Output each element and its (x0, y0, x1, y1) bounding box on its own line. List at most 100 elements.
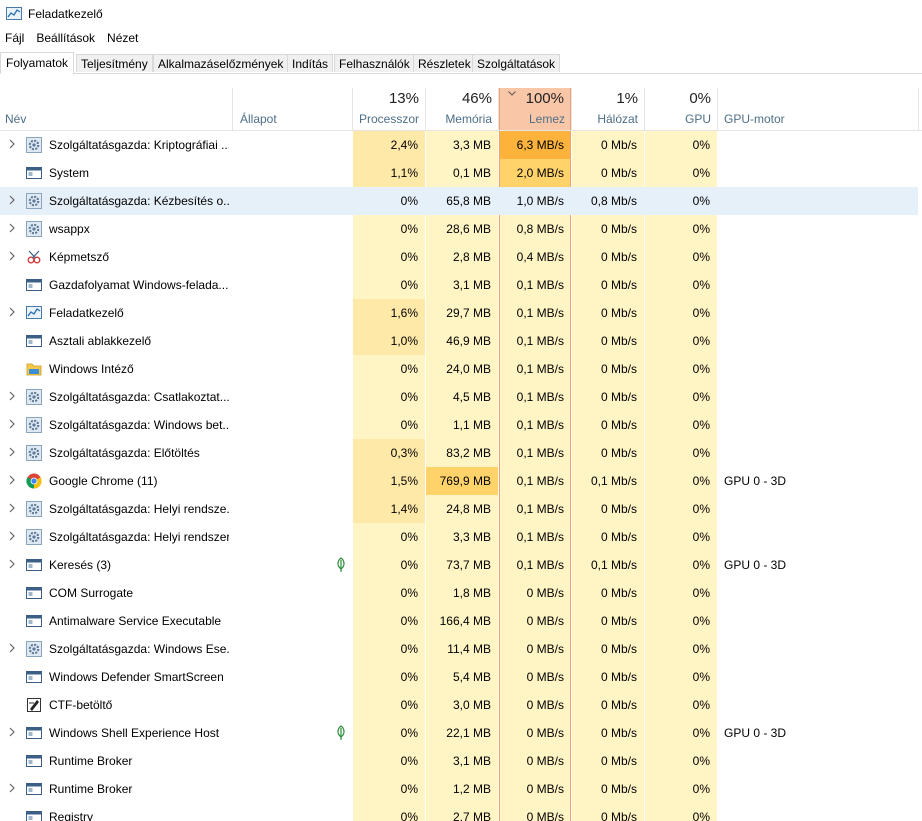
table-row[interactable]: Windows Intéző 0% 24,0 MB 0,1 MB/s 0 Mb/s 0% (0, 355, 922, 383)
chevron-right-icon[interactable] (7, 446, 17, 458)
cell-memory: 3,0 MB (452, 698, 491, 712)
menu-settings[interactable]: Beállítások (30, 31, 101, 45)
header-cpu-total: 13% (388, 90, 419, 107)
cell-disk: 0,8 MB/s (516, 222, 564, 236)
cell-cpu: 1,6% (390, 306, 418, 320)
chevron-right-icon[interactable] (7, 530, 17, 542)
table-row[interactable]: Képmetsző 0% 2,8 MB 0,4 MB/s 0 Mb/s 0% (0, 243, 922, 271)
cell-network: 0,1 Mb/s (590, 474, 637, 488)
cell-memory: 28,6 MB (446, 222, 491, 236)
header-network[interactable]: 1% Hálózat (572, 88, 644, 130)
chevron-right-icon[interactable] (7, 138, 17, 150)
cell-gpu: 0% (692, 334, 710, 348)
tab-performance[interactable]: Teljesítmény (76, 54, 153, 72)
process-name: wsappx (49, 222, 90, 236)
cell-gpu: 0% (692, 306, 710, 320)
process-name: COM Surrogate (49, 586, 134, 600)
cell-disk: 0,1 MB/s (516, 502, 564, 516)
header-disk[interactable]: 100% Lemez (499, 88, 571, 130)
process-name: Szolgáltatásgazda: Windows bet... (49, 418, 229, 432)
chevron-right-icon[interactable] (7, 222, 17, 234)
cell-network: 0 Mb/s (600, 754, 637, 768)
cell-disk: 0 MB/s (526, 726, 564, 740)
cell-cpu: 0% (400, 726, 418, 740)
cell-cpu: 0% (400, 194, 418, 208)
window-icon (26, 781, 42, 797)
header-gpu-engine[interactable]: GPU-motor (718, 88, 918, 130)
cell-memory: 5,4 MB (452, 670, 491, 684)
table-row[interactable]: Szolgáltatásgazda: Előtöltés 0,3% 83,2 MB 0… (0, 439, 922, 467)
menu-file[interactable]: Fájl (0, 31, 30, 45)
tab-services[interactable]: Szolgáltatások (472, 54, 561, 72)
table-row[interactable]: Szolgáltatásgazda: Windows Ese... 0% 11,4 … (0, 635, 922, 663)
chevron-right-icon[interactable] (7, 194, 17, 206)
cell-gpu: 0% (692, 642, 710, 656)
cell-cpu: 0% (400, 278, 418, 292)
menu-view[interactable]: Nézet (101, 31, 144, 45)
tab-processes[interactable]: Folyamatok (0, 52, 75, 74)
table-row[interactable]: Szolgáltatásgazda: Helyi rendsze... 1,4% 2… (0, 495, 922, 523)
cell-memory: 22,1 MB (446, 726, 491, 740)
header-status[interactable]: Állapot (233, 88, 352, 130)
table-row[interactable]: Runtime Broker 0% 1,2 MB 0 MB/s 0 Mb/s 0% (0, 775, 922, 803)
table-row[interactable]: Registry 0% 2,7 MB 0 MB/s 0 Mb/s 0% (0, 803, 922, 821)
cell-gpu: 0% (692, 614, 710, 628)
cell-memory: 11,4 MB (447, 642, 491, 656)
table-row[interactable]: COM Surrogate 0% 1,8 MB 0 MB/s 0 Mb/s 0% (0, 579, 922, 607)
chevron-right-icon[interactable] (7, 782, 17, 794)
ctf-pen-icon (26, 697, 42, 713)
cell-cpu: 0% (400, 810, 418, 821)
chevron-right-icon[interactable] (7, 726, 17, 738)
cell-gpu: 0% (692, 670, 710, 684)
table-row[interactable]: CTF-betöltő 0% 3,0 MB 0 MB/s 0 Mb/s 0% (0, 691, 922, 719)
cell-cpu: 0,3% (390, 446, 418, 460)
chevron-right-icon[interactable] (7, 306, 17, 318)
table-row[interactable]: wsappx 0% 28,6 MB 0,8 MB/s 0 Mb/s 0% (0, 215, 922, 243)
tab-users[interactable]: Felhasználók (334, 54, 415, 72)
table-row[interactable]: Runtime Broker 0% 3,1 MB 0 MB/s 0 Mb/s 0% (0, 747, 922, 775)
chevron-right-icon[interactable] (7, 474, 17, 486)
table-row[interactable]: Google Chrome (11) 1,5% 769,9 MB 0,1 MB/s 0,… (0, 467, 922, 495)
tab-details[interactable]: Részletek (413, 54, 476, 72)
table-row[interactable]: Szolgáltatásgazda: Windows bet... 0% 1,1 M… (0, 411, 922, 439)
table-row[interactable]: Windows Shell Experience Host 0% 22,1 MB 0 … (0, 719, 922, 747)
cell-memory: 166,4 MB (439, 614, 491, 628)
cell-memory: 1,8 MB (452, 586, 491, 600)
table-row[interactable]: Feladatkezelő 1,6% 29,7 MB 0,1 MB/s 0 Mb/s 0% (0, 299, 922, 327)
chevron-right-icon[interactable] (7, 390, 17, 402)
chevron-right-icon[interactable] (7, 250, 17, 262)
table-row[interactable]: Windows Defender SmartScreen 0% 5,4 MB 0 MB… (0, 663, 922, 691)
table-row[interactable]: Keresés (3) 0% 73,7 MB 0,1 MB/s 0,1 Mb/s 0% GP… (0, 551, 922, 579)
table-row[interactable]: Szolgáltatásgazda: Kézbesítés o... 0% 65,8… (0, 187, 922, 215)
cell-disk: 0,1 MB/s (516, 446, 564, 460)
chevron-right-icon[interactable] (7, 642, 17, 654)
process-name: Registry (49, 810, 94, 821)
window-icon (26, 165, 42, 181)
table-row[interactable]: Antimalware Service Executable 0% 166,4 MB… (0, 607, 922, 635)
header-name[interactable]: Név (0, 88, 232, 130)
cell-memory: 24,0 MB (446, 362, 491, 376)
tab-startup[interactable]: Indítás (287, 54, 334, 72)
tab-app-history[interactable]: Alkalmazáselőzmények (153, 54, 289, 72)
gear-icon (26, 445, 42, 461)
cell-network: 0 Mb/s (600, 614, 637, 628)
table-row[interactable]: System 1,1% 0,1 MB 2,0 MB/s 0 Mb/s 0% (0, 159, 922, 187)
table-row[interactable]: Szolgáltatásgazda: Helyi rendszer 0% 3,3 M… (0, 523, 922, 551)
header-gpu[interactable]: 0% GPU (645, 88, 717, 130)
cell-network: 0 Mb/s (600, 810, 637, 821)
gear-icon (26, 389, 42, 405)
chevron-right-icon[interactable] (7, 418, 17, 430)
table-row[interactable]: Szolgáltatásgazda: Csatlakoztat... 0% 4,5 … (0, 383, 922, 411)
cell-memory: 29,7 MB (446, 306, 491, 320)
table-row[interactable]: Asztali ablakkezelő 1,0% 46,9 MB 0,1 MB/s 0 … (0, 327, 922, 355)
tab-strip: Folyamatok Teljesítmény Alkalmazáselőzmé… (0, 52, 922, 74)
table-row[interactable]: Gazdafolyamat Windows-felada... 0% 3,1 MB 0… (0, 271, 922, 299)
chevron-right-icon[interactable] (7, 502, 17, 514)
window-icon (26, 585, 42, 601)
header-memory[interactable]: 46% Memória (426, 88, 498, 130)
table-row[interactable]: Szolgáltatásgazda: Kriptográfiai ... 2,4%… (0, 131, 922, 159)
header-cpu[interactable]: 13% Processzor (353, 88, 425, 130)
cell-cpu: 1,5% (390, 474, 418, 488)
menu-bar: Fájl Beállítások Nézet (0, 29, 144, 47)
chevron-right-icon[interactable] (7, 558, 17, 570)
